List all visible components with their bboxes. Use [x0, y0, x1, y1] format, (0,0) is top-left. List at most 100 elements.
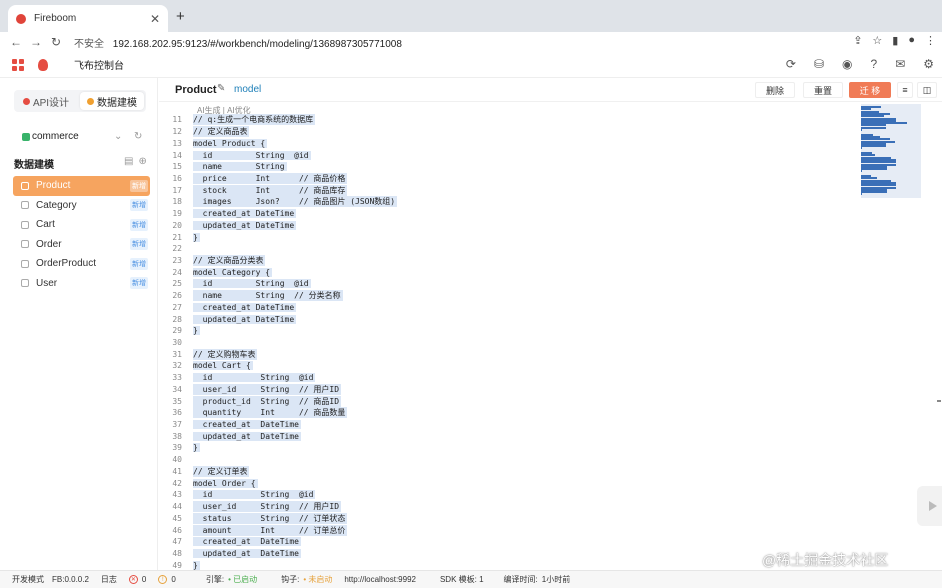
reload-icon[interactable]: ↻ [46, 35, 66, 49]
header-actions: ⟳ ⛁ ◉ ? ✉ ⚙ [786, 57, 934, 71]
code-editor[interactable]: 11 // q:生成一个电商系统的数据库 12 // 定义商品表 13 model Pro… [159, 114, 859, 571]
tab-data-modeling[interactable]: 数据建模 [80, 92, 144, 110]
code-line[interactable]: 26 name String // 分类名称 [159, 290, 859, 302]
back-icon[interactable]: ← [6, 35, 26, 49]
minimap-line [861, 147, 863, 150]
tab-close-icon[interactable]: ✕ [150, 12, 160, 26]
model-icon [21, 201, 29, 210]
edit-icon[interactable]: ✎ [217, 83, 225, 94]
log-link[interactable]: 日志 [101, 574, 117, 585]
code-line[interactable]: 17 stock Int // 商品库存 [159, 184, 859, 196]
floating-play-button[interactable] [917, 486, 942, 526]
delete-button[interactable]: 删除 [755, 82, 795, 98]
bookmark-star-icon[interactable]: ☆ [872, 34, 882, 47]
code-text: user_id String // 用户ID [193, 501, 342, 513]
forward-icon[interactable]: → [26, 35, 46, 49]
browser-tab[interactable]: Fireboom ✕ [8, 5, 168, 32]
model-type-label: model [234, 84, 262, 95]
code-line[interactable]: 38 updated_at DateTime [159, 430, 859, 442]
code-line[interactable]: 30 [159, 337, 859, 349]
code-line[interactable]: 21} [159, 231, 859, 243]
share-icon[interactable]: ⇪ [853, 34, 862, 47]
model-item-order[interactable]: Order 新增 [13, 235, 150, 255]
help-icon[interactable]: ? [870, 57, 877, 71]
model-item-cart[interactable]: Cart 新增 [13, 215, 150, 235]
warning-count[interactable]: ! 0 [158, 575, 176, 584]
code-text: amount Int // 订单总价 [193, 524, 348, 536]
code-line[interactable]: 47 created_at DateTime [159, 536, 859, 548]
apps-grid-icon[interactable] [12, 58, 24, 71]
line-number: 22 [172, 244, 182, 254]
new-tab-button[interactable]: + [176, 8, 185, 25]
model-item-product[interactable]: Product 新增 [13, 176, 150, 196]
code-line[interactable]: 13 model Product { [159, 137, 859, 149]
refresh-icon[interactable]: ↻ [134, 131, 142, 142]
code-line[interactable]: 23 // 定义商品分类表 [159, 254, 859, 267]
reset-button[interactable]: 重置 [803, 82, 843, 98]
code-line[interactable]: 32 model Cart { [159, 360, 859, 372]
add-icon[interactable]: ⊕ [138, 156, 146, 167]
sidebar-toggle-icon[interactable]: ▮ [892, 34, 898, 47]
code-line[interactable]: 48 updated_at DateTime [159, 548, 859, 560]
code-line[interactable]: 46 amount Int // 订单总价 [159, 524, 859, 536]
line-number: 24 [172, 267, 182, 277]
profile-icon[interactable]: ● [908, 34, 915, 47]
settings-gear-icon[interactable]: ⚙ [923, 57, 934, 71]
editor-scrollbar[interactable] [937, 400, 941, 402]
code-line[interactable]: 20 updated_at DateTime [159, 219, 859, 231]
code-line[interactable]: 24 model Category { [159, 266, 859, 278]
endpoint-link[interactable]: http://localhost:9992 [344, 575, 416, 584]
code-text: } [193, 326, 200, 336]
code-line[interactable]: 28 updated_at DateTime [159, 313, 859, 325]
browser-actions: ⇪ ☆ ▮ ● ⋮ [853, 34, 936, 47]
code-line[interactable]: 39} [159, 442, 859, 454]
list-view-icon[interactable]: ≡ [897, 82, 913, 98]
code-line[interactable]: 11 // q:生成一个电商系统的数据库 [159, 114, 859, 126]
code-line[interactable]: 19 created_at DateTime [159, 208, 859, 220]
model-item-user[interactable]: User 新增 [13, 274, 150, 294]
code-line[interactable]: 15 name String [159, 161, 859, 173]
code-line[interactable]: 31 // 定义购物车表 [159, 348, 859, 360]
model-item-category[interactable]: Category 新增 [13, 196, 150, 216]
code-minimap[interactable] [861, 104, 921, 198]
code-line[interactable]: 42 model Order { [159, 477, 859, 489]
code-line[interactable]: 22 [159, 243, 859, 255]
code-line[interactable]: 45 status String // 订单状态 [159, 512, 859, 524]
code-text: quantity Int // 商品数量 [193, 407, 348, 419]
code-line[interactable]: 34 user_id String // 用户ID [159, 383, 859, 396]
code-line[interactable]: 16 price Int // 商品价格 [159, 172, 859, 185]
code-line[interactable]: 44 user_id String // 用户ID [159, 501, 859, 513]
code-line[interactable]: 40 [159, 454, 859, 466]
url-field[interactable]: 不安全 192.168.202.95:9123/#/workbench/mode… [74, 35, 402, 50]
github-icon[interactable]: ◉ [842, 57, 852, 71]
database-icon[interactable]: ⛁ [814, 57, 824, 71]
hook-label: 钩子: [281, 575, 300, 584]
preview-icon[interactable]: ◫ [917, 82, 937, 98]
code-text: user_id String // 用户ID [193, 383, 342, 395]
sdk-template[interactable]: SDK 模板: 1 [440, 574, 484, 585]
code-line[interactable]: 33 id String @id [159, 372, 859, 384]
code-line[interactable]: 18 images Json? // 商品图片 (JSON数组) [159, 196, 859, 208]
code-line[interactable]: 37 created_at DateTime [159, 419, 859, 431]
tab-api-design[interactable]: API设计 [14, 90, 78, 112]
code-line[interactable]: 43 id String @id [159, 489, 859, 501]
code-line[interactable]: 41 // 定义订单表 [159, 465, 859, 478]
datasource-select[interactable]: commerce ⌄ ↻ [22, 131, 146, 142]
code-text: created_at DateTime [193, 537, 301, 547]
error-count[interactable]: ✕ 0 [128, 575, 146, 584]
code-text: name String [193, 162, 287, 172]
model-item-orderproduct[interactable]: OrderProduct 新增 [13, 254, 150, 274]
sync-icon[interactable]: ⟳ [786, 57, 796, 71]
code-line[interactable]: 27 created_at DateTime [159, 302, 859, 314]
code-line[interactable]: 12 // 定义商品表 [159, 126, 859, 138]
line-number: 30 [172, 338, 182, 348]
code-line[interactable]: 25 id String @id [159, 278, 859, 290]
filter-icon[interactable]: ▤ [124, 156, 133, 167]
migrate-button[interactable]: 迁 移 [849, 82, 891, 98]
code-line[interactable]: 29} [159, 325, 859, 337]
message-icon[interactable]: ✉ [895, 57, 905, 71]
browser-menu-icon[interactable]: ⋮ [925, 34, 936, 47]
code-line[interactable]: 14 id String @id [159, 149, 859, 161]
code-line[interactable]: 35 product_id String // 商品ID [159, 395, 859, 407]
code-line[interactable]: 36 quantity Int // 商品数量 [159, 407, 859, 419]
